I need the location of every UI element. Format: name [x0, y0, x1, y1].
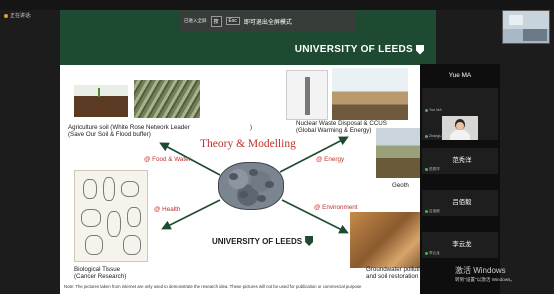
agriculture-caption: Agriculture soil (White Rose Network Lea… — [68, 124, 190, 139]
shared-slide: UNIVERSITY OF LEEDS 已进入全屏 按 Esc 即可退出全屏模式 — [60, 10, 436, 294]
person-face — [456, 122, 464, 130]
participant-small-label: Yue MA — [425, 108, 442, 112]
participant-panel: Yue MA Yue MA ZhangLei 范秀洋 范秀洋 吕佰毅 吕佰毅 李… — [420, 64, 500, 294]
mic-icon — [425, 210, 428, 213]
top-bar — [0, 0, 554, 10]
participant-tile[interactable]: 范秀洋 范秀洋 — [422, 148, 498, 174]
participant-camera-feed — [442, 116, 478, 140]
participant-small-name: ZhangLei — [429, 134, 444, 138]
windows-activation-watermark: 激活 Windows 转到"设置"以激活 Windows。 — [455, 265, 515, 283]
speaker-icon — [4, 13, 8, 18]
participant-name: 范秀洋 — [452, 157, 472, 164]
participant-tile[interactable]: 吕佰毅 吕佰毅 — [422, 190, 498, 216]
participant-small-name: 范秀洋 — [429, 167, 440, 171]
participant-tile-video[interactable]: ZhangLei — [422, 114, 498, 140]
participant-small-name: 李云龙 — [429, 251, 440, 255]
self-video-thumbnail[interactable] — [502, 10, 550, 44]
rock-grain — [265, 181, 274, 188]
rock-grain — [249, 169, 258, 176]
speaking-label: 正在讲话: — [10, 13, 32, 19]
tag-environment: @ Environment — [314, 204, 358, 211]
porous-media-model — [218, 162, 284, 210]
self-video-desk — [523, 29, 547, 41]
speaking-indicator: 正在讲话: — [4, 12, 31, 19]
participant-small-label: 吕佰毅 — [425, 209, 440, 214]
participant-tile[interactable]: Yue MA — [422, 88, 498, 114]
university-logo-middle: UNIVERSITY OF LEEDS — [212, 236, 314, 246]
geothermal-caption: Geoth — [392, 182, 409, 189]
slide-footnote: Note: The pictures taken from internet a… — [64, 284, 362, 289]
rock-grain — [257, 195, 266, 202]
meeting-screen: 正在讲话: UNIVERSITY OF LEEDS 已进入全屏 按 Esc 即可… — [0, 0, 554, 294]
participant-header-name: Yue MA — [448, 72, 472, 79]
mic-icon — [425, 108, 428, 112]
participant-tile[interactable]: 李云龙 李云龙 — [422, 232, 498, 258]
mic-icon — [425, 168, 428, 171]
theory-modelling-title: Theory & Modelling — [200, 138, 296, 150]
tag-energy: @ Energy — [316, 156, 345, 163]
mic-icon — [425, 134, 428, 138]
tag-food-water: @ Food & Water — [144, 156, 191, 163]
groundwater-caption: Groundwater pollution and soil restorati… — [366, 266, 427, 281]
university-name-middle: UNIVERSITY OF LEEDS — [212, 236, 303, 246]
activation-subtitle: 转到"设置"以激活 Windows。 — [455, 277, 515, 282]
arrow-health — [161, 199, 221, 230]
participant-name: 吕佰毅 — [452, 199, 472, 206]
participant-small-label: 范秀洋 — [425, 167, 440, 172]
agriculture-subtitle: (Save Our Soil & Flood buffer) — [68, 131, 151, 139]
participant-name: 李云龙 — [452, 241, 472, 248]
biological-title: Biological Tissue — [74, 266, 121, 273]
crest-icon — [305, 236, 314, 246]
person-body — [450, 130, 470, 140]
participant-small-label: 李云龙 — [425, 251, 440, 256]
tag-health: @ Health — [154, 206, 181, 213]
rock-grain — [229, 173, 238, 180]
groundwater-title: Groundwater pollution — [366, 266, 427, 273]
rock-grain — [239, 191, 248, 198]
biological-subtitle: (Cancer Research) — [74, 273, 127, 281]
groundwater-subtitle: and soil restoration — [366, 273, 419, 281]
participant-small-name: 吕佰毅 — [429, 209, 440, 213]
nuclear-caption: Nuclear Waste Disposal & CCUS (Global Wa… — [296, 120, 387, 135]
participant-small-name: Yue MA — [429, 108, 442, 112]
self-video-window — [509, 15, 523, 25]
agriculture-paren: ) — [250, 124, 253, 131]
biological-caption: Biological Tissue (Cancer Research) — [74, 266, 126, 281]
agriculture-title: Agriculture soil (White Rose Network Lea… — [68, 124, 190, 131]
activation-title: 激活 Windows — [455, 266, 506, 275]
nuclear-subtitle: (Global Warming & Energy) — [296, 127, 372, 135]
mic-icon — [425, 252, 428, 255]
participant-small-label: ZhangLei — [425, 134, 444, 138]
research-arrows — [159, 136, 349, 234]
nuclear-title: Nuclear Waste Disposal & CCUS — [296, 120, 387, 127]
